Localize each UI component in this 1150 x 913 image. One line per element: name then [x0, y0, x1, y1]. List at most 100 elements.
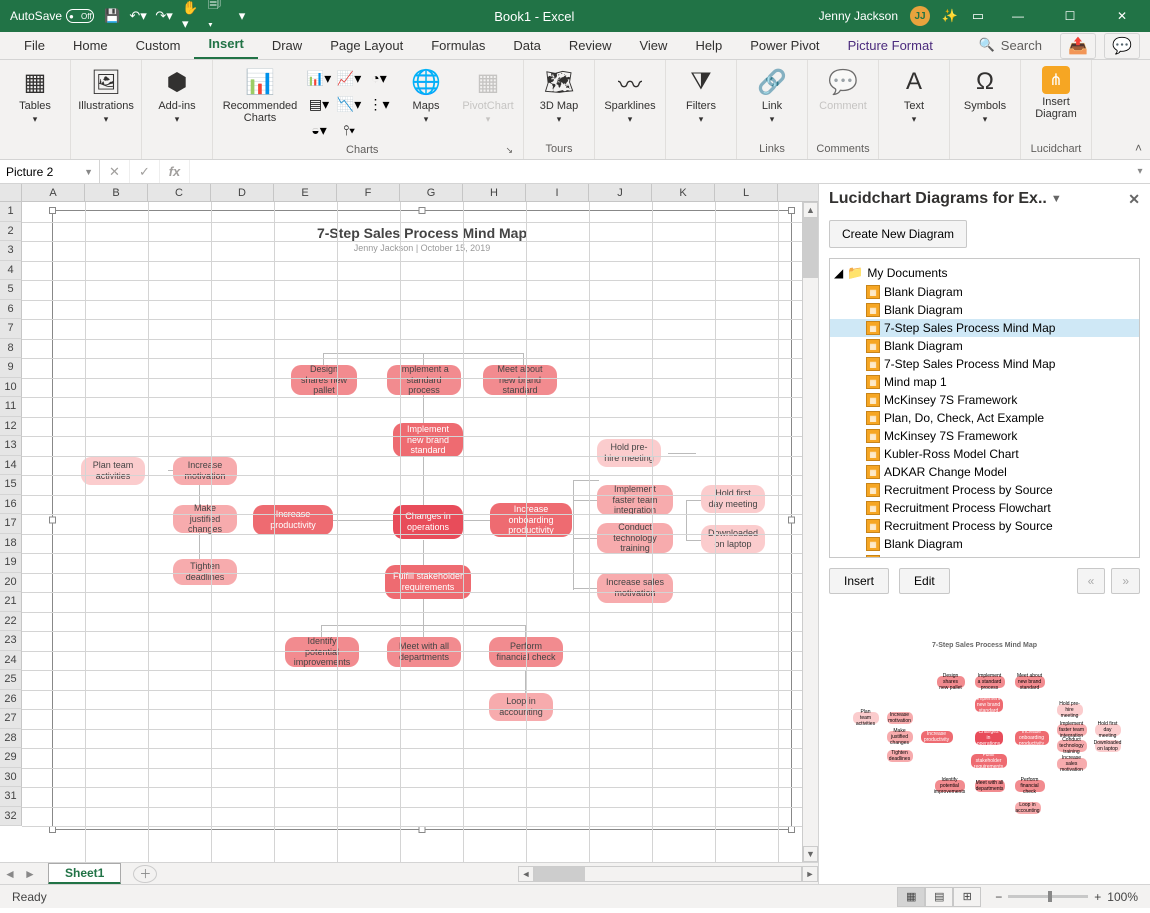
- scroll-right-icon[interactable]: ►: [802, 866, 818, 882]
- enter-formula-icon[interactable]: ✓: [130, 160, 160, 183]
- normal-view-button[interactable]: ▦: [897, 887, 925, 907]
- fx-icon[interactable]: fx: [160, 160, 190, 183]
- sheet-nav-next-icon[interactable]: ►: [20, 867, 40, 881]
- tab-review[interactable]: Review: [555, 32, 626, 59]
- tree-item[interactable]: ▦McKinsey 7S Framework: [830, 427, 1139, 445]
- insert-button[interactable]: Insert: [829, 568, 889, 594]
- row-header[interactable]: 9: [0, 358, 22, 378]
- pane-menu-icon[interactable]: ▼: [1051, 193, 1062, 205]
- column-headers[interactable]: ABCDEFGHIJKL: [0, 184, 818, 202]
- row-header[interactable]: 24: [0, 651, 22, 671]
- column-header[interactable]: K: [652, 184, 715, 201]
- next-page-button[interactable]: »: [1111, 568, 1140, 594]
- close-button[interactable]: ✕: [1102, 0, 1142, 32]
- row-header[interactable]: 4: [0, 261, 22, 281]
- scroll-left-icon[interactable]: ◄: [518, 866, 534, 882]
- scroll-thumb[interactable]: [535, 867, 585, 881]
- tab-view[interactable]: View: [625, 32, 681, 59]
- symbols-button[interactable]: ΩSymbols▾: [956, 62, 1014, 129]
- scatter-chart-icon[interactable]: ⋮▾: [365, 92, 393, 116]
- row-header[interactable]: 13: [0, 436, 22, 456]
- scroll-thumb[interactable]: [803, 218, 818, 278]
- user-name[interactable]: Jenny Jackson: [819, 9, 898, 23]
- zoom-level[interactable]: 100%: [1107, 890, 1138, 904]
- combo-chart-icon[interactable]: ◒▾: [305, 118, 333, 142]
- row-header[interactable]: 31: [0, 787, 22, 807]
- tab-help[interactable]: Help: [681, 32, 736, 59]
- column-header[interactable]: B: [85, 184, 148, 201]
- column-header[interactable]: J: [589, 184, 652, 201]
- tree-item[interactable]: ▦Recruitment Process Flowchart: [830, 499, 1139, 517]
- row-header[interactable]: 6: [0, 300, 22, 320]
- row-header[interactable]: 29: [0, 748, 22, 768]
- column-header[interactable]: D: [211, 184, 274, 201]
- pane-close-icon[interactable]: ✕: [1128, 191, 1140, 208]
- charts-dialog-launcher-icon[interactable]: ↘: [505, 142, 513, 158]
- text-button[interactable]: AText▾: [885, 62, 943, 129]
- row-header[interactable]: 2: [0, 222, 22, 242]
- chevron-down-icon[interactable]: ▼: [84, 167, 93, 177]
- row-header[interactable]: 21: [0, 592, 22, 612]
- row-header[interactable]: 26: [0, 690, 22, 710]
- column-header[interactable]: A: [22, 184, 85, 201]
- column-header[interactable]: L: [715, 184, 778, 201]
- horizontal-scrollbar[interactable]: ◄ ►: [518, 866, 818, 882]
- row-header[interactable]: 27: [0, 709, 22, 729]
- row-header[interactable]: 12: [0, 417, 22, 437]
- user-avatar[interactable]: JJ: [910, 6, 930, 26]
- select-all-corner[interactable]: [0, 184, 22, 201]
- maps-button[interactable]: 🌐Maps▾: [397, 62, 455, 129]
- zoom-out-button[interactable]: −: [995, 890, 1002, 904]
- new-sheet-button[interactable]: ＋: [133, 865, 157, 883]
- formula-input[interactable]: [190, 160, 1130, 183]
- tree-item[interactable]: ▦ADKAR Change Model: [830, 463, 1139, 481]
- tree-collapse-icon[interactable]: ◢: [834, 266, 843, 280]
- row-header[interactable]: 20: [0, 573, 22, 593]
- column-chart-icon[interactable]: 📊▾: [305, 66, 333, 90]
- touch-mode-icon[interactable]: ✋▾: [182, 8, 198, 24]
- 3dmap-button[interactable]: 🗺3D Map▾: [530, 62, 588, 129]
- tree-item[interactable]: ▦Blank Diagram: [830, 301, 1139, 319]
- page-layout-view-button[interactable]: ▤: [925, 887, 953, 907]
- sheet-tab-sheet1[interactable]: Sheet1: [48, 863, 121, 885]
- redo-icon[interactable]: ↷▾: [156, 8, 172, 24]
- sheet-nav-prev-icon[interactable]: ◄: [0, 867, 20, 881]
- row-headers[interactable]: 1234567891011121314151617181920212223242…: [0, 202, 22, 826]
- column-header[interactable]: F: [337, 184, 400, 201]
- row-header[interactable]: 22: [0, 612, 22, 632]
- qat-customize-icon[interactable]: ▾: [234, 8, 250, 24]
- pie-chart-icon[interactable]: ◔▾: [365, 66, 393, 90]
- area-chart-icon[interactable]: 📉▾: [335, 92, 363, 116]
- tree-item[interactable]: ▦Blank Diagram: [830, 535, 1139, 553]
- autosave-toggle[interactable]: AutoSave Off: [10, 9, 94, 23]
- coming-soon-icon[interactable]: ✨: [942, 8, 958, 24]
- illustrations-button[interactable]: 🖼Illustrations▾: [77, 62, 135, 129]
- row-header[interactable]: 19: [0, 553, 22, 573]
- tree-item[interactable]: ▦Recruitment Process by Source: [830, 517, 1139, 535]
- row-header[interactable]: 17: [0, 514, 22, 534]
- filters-button[interactable]: ⧩Filters▾: [672, 62, 730, 129]
- collapse-ribbon-icon[interactable]: ˄: [1135, 141, 1142, 155]
- tab-home[interactable]: Home: [59, 32, 122, 59]
- tab-power-pivot[interactable]: Power Pivot: [736, 32, 833, 59]
- tree-item[interactable]: ▦Mind map 1: [830, 373, 1139, 391]
- row-header[interactable]: 7: [0, 319, 22, 339]
- tree-item[interactable]: ▦7-Step Sales Process Mind Map: [830, 355, 1139, 373]
- name-box[interactable]: Picture 2▼: [0, 160, 100, 183]
- row-header[interactable]: 28: [0, 729, 22, 749]
- quick-print-icon[interactable]: 🗐▾: [208, 8, 224, 24]
- row-header[interactable]: 3: [0, 241, 22, 261]
- tree-item[interactable]: ▦McKinsey 7S Framework: [830, 391, 1139, 409]
- tab-page-layout[interactable]: Page Layout: [316, 32, 417, 59]
- row-header[interactable]: 32: [0, 807, 22, 827]
- tab-file[interactable]: File: [10, 32, 59, 59]
- tab-picture-format[interactable]: Picture Format: [834, 32, 947, 59]
- row-header[interactable]: 1: [0, 202, 22, 222]
- tree-item[interactable]: ▦7-Step Sales Process Mind Map: [830, 319, 1139, 337]
- line-chart-icon[interactable]: 📈▾: [335, 66, 363, 90]
- expand-formula-bar-icon[interactable]: ▾: [1130, 160, 1150, 183]
- link-button[interactable]: 🔗Link▾: [743, 62, 801, 129]
- maximize-button[interactable]: ☐: [1050, 0, 1090, 32]
- row-header[interactable]: 23: [0, 631, 22, 651]
- page-break-view-button[interactable]: ⊞: [953, 887, 981, 907]
